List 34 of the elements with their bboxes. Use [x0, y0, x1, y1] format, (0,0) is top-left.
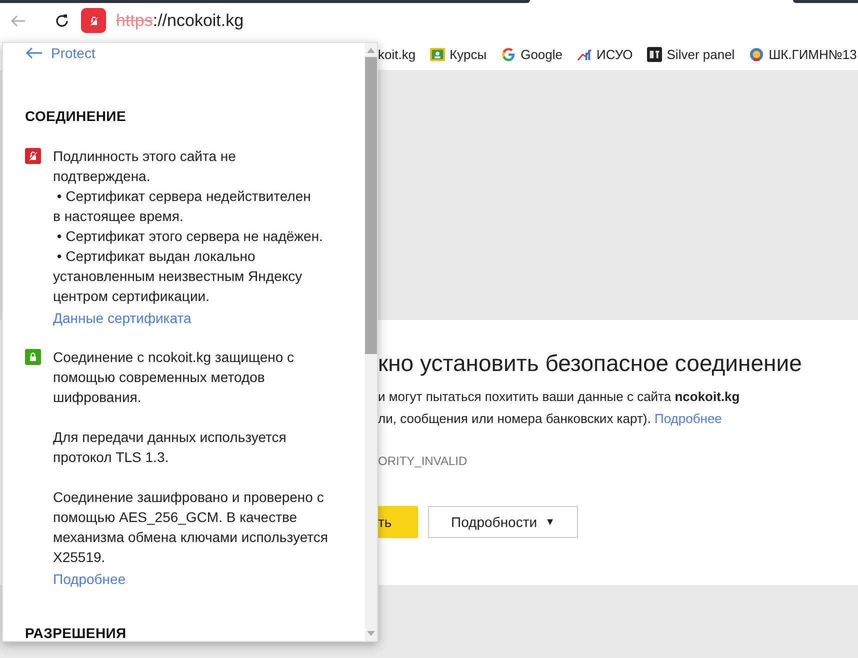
error-heading: кно установить безопасное соединение	[378, 349, 803, 377]
error-code: ORITY_INVALID	[378, 454, 468, 468]
section-title: СОЕДИНЕНИЕ	[25, 108, 127, 124]
insecure-lock-icon[interactable]	[81, 8, 106, 33]
scroll-down-icon[interactable]	[367, 631, 375, 637]
warning-text: ли, сообщения или номера банковских карт). Подробнее	[378, 411, 723, 426]
bookmark[interactable]: Курсы	[430, 46, 487, 62]
bookmark[interactable]: Google	[500, 46, 563, 62]
more-link[interactable]: Подробнее	[654, 411, 722, 426]
bookmark[interactable]: ИСУО	[576, 46, 633, 62]
emblem-icon	[748, 46, 764, 62]
scroll-up-icon[interactable]	[367, 47, 375, 53]
google-icon	[500, 46, 516, 62]
info-text: Для передачи данных используется протокол TLS 1.3.	[53, 428, 288, 467]
info-text: Соединение зашифровано и проверено с помощью AES_256_GCM. В качестве механизма обмена ключами используется X25519.	[53, 488, 328, 567]
back-arrow-icon	[25, 47, 43, 59]
address-text[interactable]: https://ncokoit.kg	[116, 10, 244, 30]
bookmark[interactable]: koit.kg	[378, 46, 416, 62]
back-link[interactable]: Protect	[25, 45, 96, 61]
bookmark[interactable]: Silver panel	[646, 46, 735, 62]
info-link[interactable]: Данные сертификата	[53, 310, 323, 326]
chart-icon	[576, 46, 592, 62]
scrollbar[interactable]	[365, 43, 377, 641]
classroom-icon	[430, 46, 445, 62]
bt-logo-icon	[646, 46, 662, 62]
section-title: РАЗРЕШЕНИЯ	[25, 625, 128, 641]
info-text: Соединение с ncokoit.kg защищено с помощью современных методов шифрования.	[53, 348, 296, 407]
info-text: Подлинность этого сайта не подтверждена. • Сертификат сервера недействителен в настоящее время. • Сертификат этого сервера не надёжен. • Сертификат выдан локально установленным неизвестным Яндексу центром сертификации.	[53, 147, 323, 306]
warning-text: и могут пытаться похитить ваши данные с сайта ncokoit.kg	[378, 389, 741, 404]
reload-icon[interactable]	[53, 12, 71, 30]
bookmark[interactable]: ШК.ГИМН№13	[748, 46, 857, 62]
info-link[interactable]: Подробнее	[53, 571, 328, 587]
primary-button[interactable]: ть	[378, 506, 418, 538]
details-button[interactable]: Подробности ▼	[428, 506, 578, 538]
